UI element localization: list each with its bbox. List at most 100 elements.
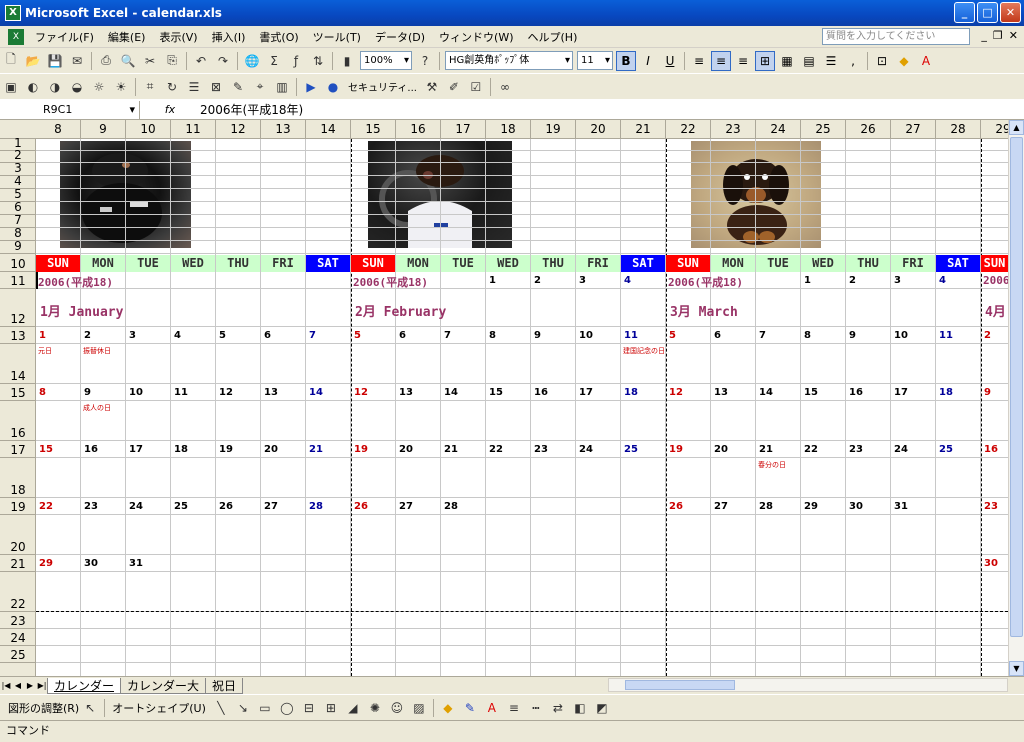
italic-button[interactable]: I <box>638 51 658 71</box>
day-number[interactable]: 4 <box>939 275 946 286</box>
day-number[interactable]: 26 <box>354 501 368 512</box>
day-number[interactable]: 27 <box>264 501 278 512</box>
column-header[interactable]: 19 <box>531 120 576 139</box>
copy-icon[interactable]: ⎘ <box>163 52 181 70</box>
day-number[interactable]: 8 <box>804 330 811 341</box>
day-number[interactable]: 28 <box>444 501 458 512</box>
maximize-button[interactable]: □ <box>977 2 998 23</box>
row-header[interactable]: 10 <box>0 254 36 272</box>
column-header[interactable]: 28 <box>936 120 981 139</box>
wordart-icon[interactable]: ◢ <box>344 699 362 717</box>
vertical-textbox-icon[interactable]: ⊞ <box>322 699 340 717</box>
row-header[interactable]: 11 <box>0 272 36 289</box>
picture-icon[interactable]: ▨ <box>410 699 428 717</box>
menu-tools[interactable]: ツール(T) <box>306 29 368 45</box>
doc-close-icon[interactable]: ✕ <box>1009 29 1018 42</box>
help-search-input[interactable]: 質問を入力してください <box>822 28 970 45</box>
day-number[interactable]: 22 <box>804 444 818 455</box>
select-objects-icon[interactable]: ↖ <box>81 699 99 717</box>
day-number[interactable]: 13 <box>399 387 413 398</box>
arrow-icon[interactable]: ↘ <box>234 699 252 717</box>
day-number[interactable]: 25 <box>624 444 638 455</box>
day-number[interactable]: 14 <box>759 387 773 398</box>
align-right-icon[interactable]: ≡ <box>733 51 753 71</box>
row-header[interactable]: 18 <box>0 458 36 498</box>
day-number[interactable]: 3 <box>894 275 901 286</box>
column-header[interactable]: 10 <box>126 120 171 139</box>
day-number[interactable]: 2 <box>534 275 541 286</box>
row-header[interactable]: 17 <box>0 441 36 458</box>
day-number[interactable]: 31 <box>894 501 908 512</box>
rotate-icon[interactable]: ↻ <box>163 78 181 96</box>
autoshape-menu[interactable]: オートシェイプ(U) <box>112 700 206 716</box>
day-number[interactable]: 22 <box>39 501 53 512</box>
menu-view[interactable]: 表示(V) <box>152 29 204 45</box>
day-number[interactable]: 2 <box>84 330 91 341</box>
textbox-icon[interactable]: ⊟ <box>300 699 318 717</box>
align-left-icon[interactable]: ≡ <box>689 51 709 71</box>
row-header[interactable]: 12 <box>0 289 36 327</box>
day-number[interactable]: 7 <box>444 330 451 341</box>
day-number[interactable]: 21 <box>759 444 773 455</box>
day-number[interactable]: 21 <box>444 444 458 455</box>
control-toolbox-icon[interactable]: ⚒ <box>423 78 441 96</box>
day-number[interactable]: 23 <box>534 444 548 455</box>
day-number[interactable]: 16 <box>534 387 548 398</box>
day-number[interactable]: 5 <box>354 330 361 341</box>
vb-editor-icon[interactable]: ☑ <box>467 78 485 96</box>
day-number[interactable]: 6 <box>264 330 271 341</box>
doc-restore-icon[interactable]: ❐ <box>993 29 1003 42</box>
align-center-icon[interactable]: ≡ <box>711 50 731 71</box>
fill-color-draw-icon[interactable]: ◆ <box>439 699 457 717</box>
day-number[interactable]: 24 <box>579 444 593 455</box>
horizontal-scrollbar[interactable] <box>608 678 1008 692</box>
insert-picture-icon[interactable]: ▣ <box>2 78 20 96</box>
day-number[interactable]: 13 <box>714 387 728 398</box>
shadow-icon[interactable]: ◧ <box>571 699 589 717</box>
sort-icon[interactable]: ⇅ <box>309 52 327 70</box>
day-number[interactable]: 29 <box>39 558 53 569</box>
day-number[interactable]: 3 <box>579 275 586 286</box>
prev-sheet-icon[interactable]: ◀ <box>12 681 24 690</box>
column-header[interactable]: 13 <box>261 120 306 139</box>
font-select[interactable]: HG創英角ﾎﾟｯﾌﾟ体 <box>445 51 573 70</box>
column-header[interactable]: 22 <box>666 120 711 139</box>
day-number[interactable]: 8 <box>489 330 496 341</box>
day-number[interactable]: 1 <box>489 275 496 286</box>
line-style-icon[interactable]: ☰ <box>185 78 203 96</box>
day-number[interactable]: 15 <box>804 387 818 398</box>
tab-holidays[interactable]: 祝日 <box>205 677 244 694</box>
comma-style-icon[interactable]: , <box>843 51 863 71</box>
permission-icon[interactable]: ✉ <box>68 52 86 70</box>
scroll-up-icon[interactable]: ▲ <box>1009 120 1024 135</box>
open-icon[interactable]: 📂 <box>24 52 42 70</box>
menu-file[interactable]: ファイル(F) <box>28 29 101 45</box>
crop-icon[interactable]: ⌗ <box>141 78 159 96</box>
day-number[interactable]: 4 <box>174 330 181 341</box>
day-number[interactable]: 28 <box>309 501 323 512</box>
design-mode-icon[interactable]: ✐ <box>445 78 463 96</box>
print-icon[interactable]: ⎙ <box>97 52 115 70</box>
row-header[interactable]: 25 <box>0 646 36 663</box>
line-icon[interactable]: ╲ <box>212 699 230 717</box>
day-number[interactable]: 16 <box>84 444 98 455</box>
day-number[interactable]: 19 <box>219 444 233 455</box>
day-number[interactable]: 18 <box>939 387 953 398</box>
oval-icon[interactable]: ◯ <box>278 699 296 717</box>
day-number[interactable]: 25 <box>174 501 188 512</box>
day-number[interactable]: 16 <box>849 387 863 398</box>
row-header[interactable]: 21 <box>0 555 36 572</box>
dash-style-icon[interactable]: ┅ <box>527 699 545 717</box>
bold-button[interactable]: B <box>616 50 636 71</box>
more-brightness-icon[interactable]: ☼ <box>90 78 108 96</box>
day-number[interactable]: 7 <box>309 330 316 341</box>
arrow-style-icon[interactable]: ⇄ <box>549 699 567 717</box>
day-number[interactable]: 23 <box>849 444 863 455</box>
minimize-button[interactable]: _ <box>954 2 975 23</box>
row-header[interactable]: 13 <box>0 327 36 344</box>
day-number[interactable]: 3 <box>129 330 136 341</box>
row-header[interactable]: 14 <box>0 344 36 384</box>
next-sheet-icon[interactable]: ▶ <box>24 681 36 690</box>
day-number[interactable]: 11 <box>624 330 638 341</box>
day-number[interactable]: 20 <box>399 444 413 455</box>
